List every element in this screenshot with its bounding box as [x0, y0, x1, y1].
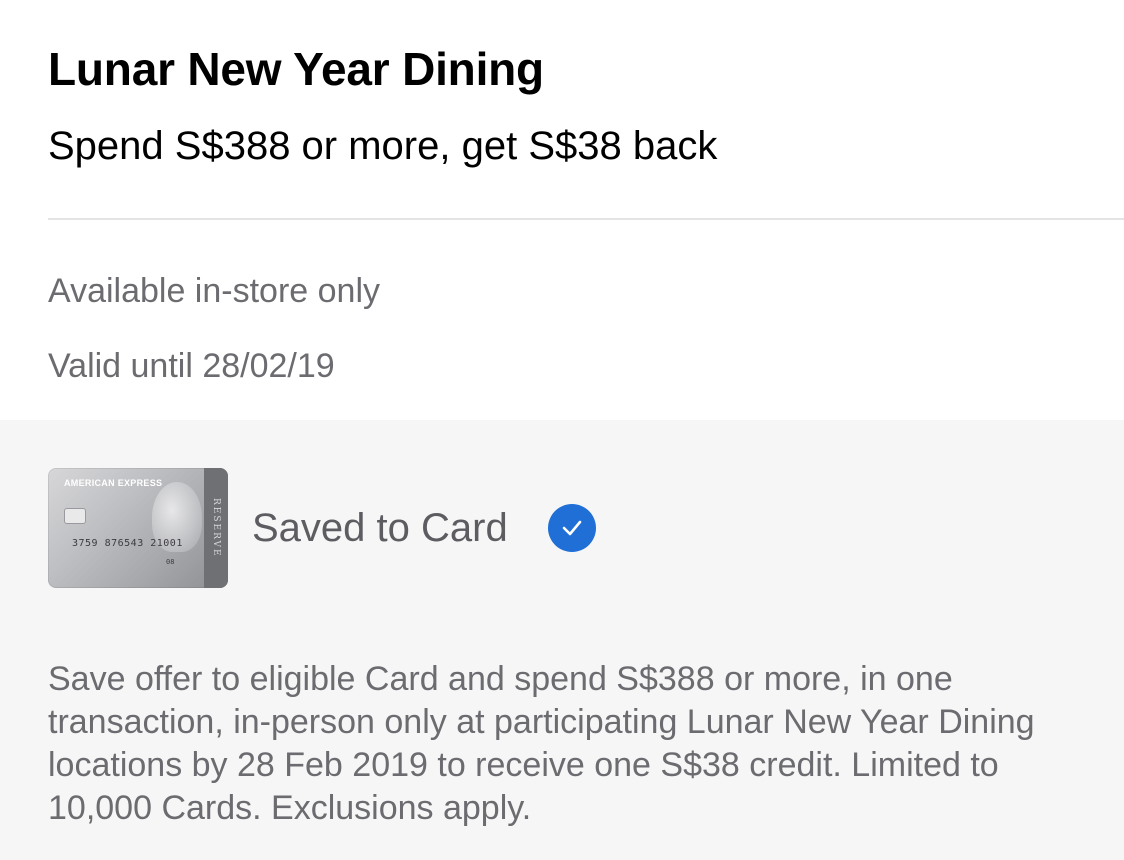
offer-header-section: Lunar New Year Dining Spend S$388 or mor…: [0, 0, 1124, 420]
validity-text: Valid until 28/02/19: [48, 347, 335, 385]
card-image: AMERICAN EXPRESS 3759 876543 21001 08 RE…: [48, 468, 228, 588]
card-brand-text: AMERICAN EXPRESS: [64, 478, 163, 488]
offer-title: Lunar New Year Dining: [48, 43, 544, 95]
offer-detail-page: Lunar New Year Dining Spend S$388 or mor…: [0, 0, 1124, 860]
offer-subtitle: Spend S$388 or more, get S$38 back: [48, 124, 718, 168]
offer-card-section: AMERICAN EXPRESS 3759 876543 21001 08 RE…: [0, 420, 1124, 860]
offer-terms-description: Save offer to eligible Card and spend S$…: [48, 660, 1035, 827]
card-expiry: 08: [166, 558, 175, 566]
card-number: 3759 876543 21001: [72, 538, 183, 549]
saved-to-card-label: Saved to Card: [252, 506, 508, 550]
checkmark-circle-icon: [548, 504, 596, 552]
card-chip: [64, 508, 86, 524]
divider: [48, 218, 1124, 220]
card-side-text: RESERVE: [211, 498, 221, 558]
availability-text: Available in-store only: [48, 272, 380, 310]
